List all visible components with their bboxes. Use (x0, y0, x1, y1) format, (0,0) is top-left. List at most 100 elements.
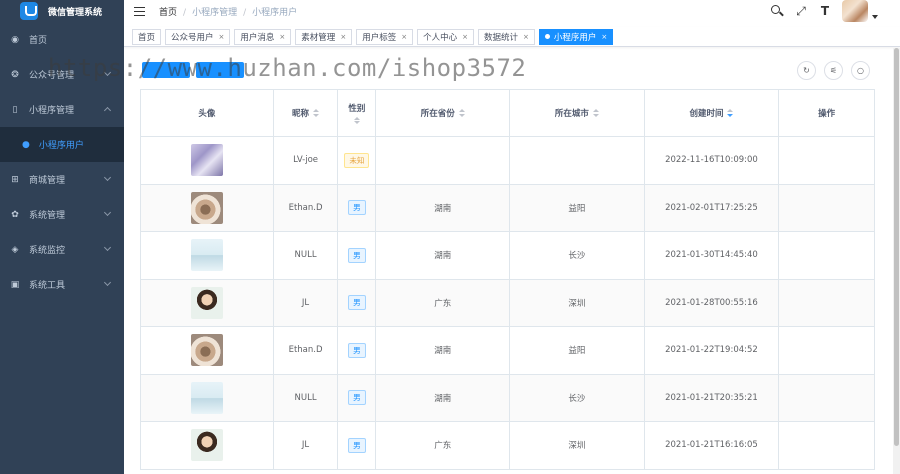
table-row: JL 男 广东 深圳 2021-01-21T16:16:05 (141, 422, 874, 469)
breadcrumb-item: 小程序管理 (192, 7, 238, 18)
wechat-icon: ❂ (11, 69, 19, 80)
breadcrumb-item[interactable]: 首页 (159, 8, 177, 18)
table-row: NULL 男 湖南 长沙 2021-01-30T14:45:40 (141, 232, 874, 280)
gender-badge: 男 (348, 437, 366, 453)
page-scrollbar[interactable] (893, 48, 900, 474)
dashboard-icon: ◉ (11, 34, 19, 45)
tag-user-tags[interactable]: 用户标签 × (356, 28, 414, 45)
tag-statistics[interactable]: 数据统计 × (477, 28, 535, 45)
user-avatar (190, 191, 223, 224)
nickname-cell: JL (274, 279, 339, 326)
sidebar-item-monitor[interactable]: ◈ 系统监控 (0, 232, 124, 267)
chevron-down-icon (103, 278, 112, 287)
toggle-search-button[interactable]: ○ (851, 61, 870, 80)
tag-home[interactable]: 首页 (132, 28, 162, 45)
sidebar-item-official-account[interactable]: ❂ 公众号管理 (0, 57, 124, 92)
hamburger-icon[interactable] (134, 6, 145, 16)
sidebar-item-miniprogram[interactable]: ▯ 小程序管理 (0, 92, 124, 127)
search-icon[interactable] (770, 4, 784, 18)
table-toolbar: ↻ ⚟ ○ (140, 60, 875, 82)
primary-button[interactable] (142, 62, 190, 78)
city-cell: 益阳 (510, 184, 645, 231)
header-nickname[interactable]: 昵称 (273, 90, 339, 136)
close-icon[interactable]: × (523, 33, 529, 41)
columns-icon: ⚟ (829, 66, 838, 75)
tag-materials[interactable]: 素材管理 × (295, 28, 353, 45)
header-city[interactable]: 所在城市 (510, 90, 645, 136)
actions-cell (779, 280, 874, 327)
tag-user-messages[interactable]: 用户消息 × (234, 28, 292, 45)
user-avatar (190, 381, 223, 414)
actions-cell (779, 327, 874, 374)
sidebar-item-label: 系统监控 (29, 246, 66, 256)
created-cell: 2021-01-21T16:16:05 (645, 422, 780, 469)
tag-label: 首页 (138, 32, 156, 43)
caret-down-icon[interactable] (872, 15, 878, 19)
table-row: JL 男 广东 深圳 2021-01-28T00:55:16 (141, 279, 874, 327)
close-icon[interactable]: × (340, 33, 346, 41)
secondary-button[interactable] (196, 62, 244, 78)
province-cell: 湖南 (376, 184, 511, 231)
header-created[interactable]: 创建时间 (644, 90, 780, 136)
header-gender[interactable]: 性别 (338, 90, 377, 136)
chevron-down-icon (103, 243, 112, 252)
sidebar-item-label: 首页 (29, 36, 48, 46)
table-row: Ethan.D 男 湖南 益阳 2021-02-01T17:25:25 (141, 184, 874, 232)
sidebar-item-tools[interactable]: ▣ 系统工具 (0, 267, 124, 302)
city-cell: 益阳 (510, 327, 645, 374)
cart-icon: ⊞ (11, 174, 19, 185)
tag-label: 小程序用户 (553, 32, 597, 43)
city-cell (510, 137, 645, 184)
actions-cell (779, 232, 874, 279)
close-icon[interactable]: × (462, 33, 468, 41)
sidebar-subitem-miniprogram-users[interactable]: ● 小程序用户 (0, 127, 124, 162)
actions-cell (779, 137, 874, 184)
avatar[interactable] (842, 0, 868, 22)
gender-badge: 未知 (344, 152, 370, 168)
columns-button[interactable]: ⚟ (824, 61, 843, 80)
search-icon: ○ (857, 66, 864, 75)
tag-official-users[interactable]: 公众号用户 × (165, 28, 231, 45)
created-cell: 2021-01-28T00:55:16 (645, 279, 780, 326)
sidebar-item-label: 商城管理 (29, 176, 66, 186)
sidebar-item-label: 系统管理 (29, 211, 66, 221)
font-size-icon[interactable]: T (818, 4, 832, 18)
navbar: 首页 / 小程序管理 / 小程序用户 ⤢ T (124, 0, 900, 22)
brand: 微信管理系统 (0, 0, 124, 22)
nickname-cell: NULL (274, 232, 339, 279)
refresh-button[interactable]: ↻ (797, 61, 816, 80)
tag-miniprogram-users[interactable]: 小程序用户 × (538, 28, 614, 45)
city-cell: 长沙 (510, 374, 645, 421)
table-row: NULL 男 湖南 长沙 2021-01-21T20:35:21 (141, 374, 874, 422)
city-cell: 深圳 (510, 279, 645, 326)
close-icon[interactable]: × (601, 33, 607, 41)
scrollbar-thumb[interactable] (894, 48, 899, 446)
gender-badge: 男 (348, 342, 366, 358)
gender-badge: 男 (348, 247, 366, 263)
user-avatar (190, 144, 223, 177)
sort-icon[interactable] (353, 116, 360, 125)
user-icon: ● (22, 139, 30, 150)
header-actions: 操作 (779, 90, 874, 136)
nickname-cell: NULL (274, 374, 339, 421)
created-cell: 2021-01-30T14:45:40 (645, 232, 780, 279)
sort-icon[interactable] (313, 109, 320, 117)
city-cell: 深圳 (510, 422, 645, 469)
fullscreen-icon[interactable]: ⤢ (794, 4, 808, 18)
sort-desc-icon[interactable] (727, 109, 734, 117)
sidebar-item-system[interactable]: ✿ 系统管理 (0, 197, 124, 232)
sort-icon[interactable] (592, 109, 599, 117)
sidebar-item-mall[interactable]: ⊞ 商城管理 (0, 162, 124, 197)
header-province[interactable]: 所在省份 (376, 90, 511, 136)
close-icon[interactable]: × (219, 33, 225, 41)
tags-view: 首页 公众号用户 × 用户消息 × 素材管理 × 用户标签 × 个人中心 × 数据统计 × … (124, 27, 900, 47)
nickname-cell: Ethan.D (274, 184, 339, 231)
close-icon[interactable]: × (401, 33, 407, 41)
tag-label: 公众号用户 (171, 32, 214, 43)
sidebar-item-home[interactable]: ◉ 首页 (0, 22, 124, 57)
gender-badge: 男 (348, 390, 366, 406)
close-icon[interactable]: × (279, 33, 285, 41)
app-title: 微信管理系统 (48, 7, 103, 18)
tag-profile[interactable]: 个人中心 × (417, 28, 474, 45)
sort-icon[interactable] (458, 109, 465, 117)
